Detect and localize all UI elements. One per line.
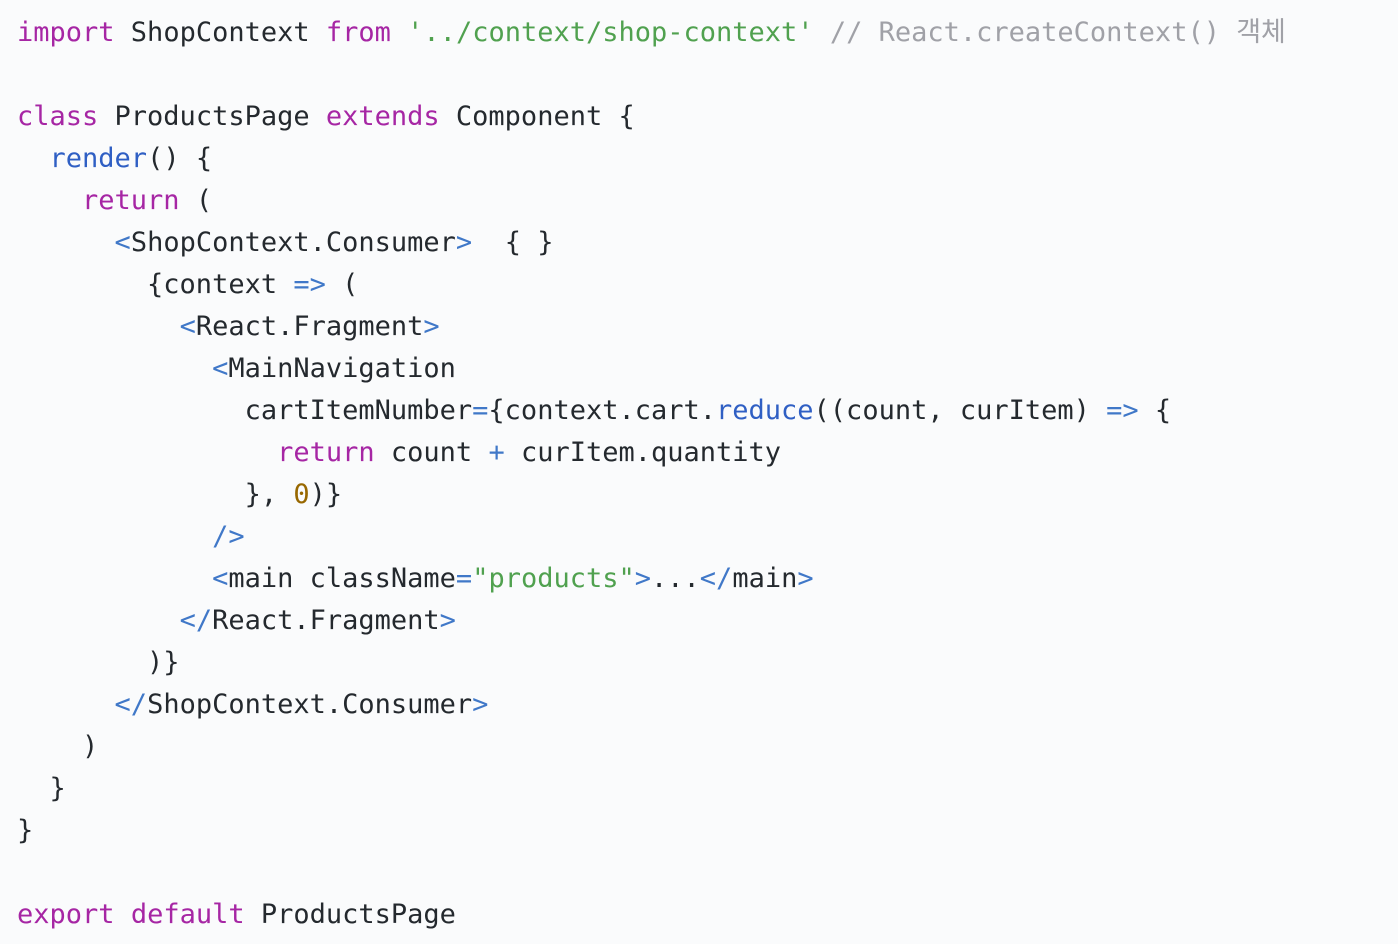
code-token-plain: } [17, 773, 66, 804]
code-line: render() { [17, 138, 1398, 180]
code-token-tag: > [423, 311, 440, 342]
code-token-com: // React.createContext() 객체 [829, 17, 1286, 48]
code-token-op: => [293, 269, 326, 300]
code-line: </ShopContext.Consumer> [17, 684, 1398, 726]
code-token-plain: {context.cart. [488, 395, 716, 426]
code-token-plain: curItem.quantity [504, 437, 782, 468]
code-token-plain: React.Fragment [212, 605, 440, 636]
code-token-op: = [455, 563, 473, 594]
code-token-plain: main [732, 563, 798, 594]
code-line: } [17, 768, 1398, 810]
code-token-str: '../context/shop-context' [407, 17, 814, 48]
code-token-tag: </ [699, 563, 733, 594]
code-line: )} [17, 642, 1398, 684]
code-token-plain: ShopContext [114, 17, 326, 48]
code-line: import ShopContext from '../context/shop… [17, 12, 1398, 54]
code-token-kw: extends [325, 101, 440, 132]
code-token-plain: }, [17, 479, 294, 510]
code-token-fn: render [49, 143, 148, 174]
code-token-kw: from [325, 17, 391, 48]
code-line: export default ProductsPage [17, 894, 1398, 936]
code-token-kw: class [17, 101, 99, 132]
code-token-tag: < [179, 311, 196, 342]
code-token-op: + [488, 437, 505, 468]
code-token-tag: </ [179, 605, 213, 636]
code-token-tag: < [114, 227, 131, 258]
code-token-kw: import [17, 17, 115, 48]
code-token-plain: { [1138, 395, 1172, 426]
code-token-plain: {context [17, 269, 294, 300]
code-token-tag: < [212, 353, 229, 384]
code-line: <main className="products">...</main> [17, 558, 1398, 600]
code-token-plain: ProductsPage [98, 101, 326, 132]
code-line: /> [17, 516, 1398, 558]
code-token-plain: } [17, 815, 34, 846]
code-line: <MainNavigation [17, 348, 1398, 390]
code-line: cartItemNumber={context.cart.reduce((cou… [17, 390, 1398, 432]
code-token-tag: /> [212, 521, 245, 552]
code-line: </React.Fragment> [17, 600, 1398, 642]
code-token-tag: > [455, 227, 473, 258]
code-token-plain: ... [651, 563, 700, 594]
code-token-tag: > [634, 563, 652, 594]
code-token-plain: React.Fragment [195, 311, 424, 342]
code-token-kw: default [130, 899, 245, 930]
code-line: ) [17, 726, 1398, 768]
code-token-plain: )} [17, 647, 180, 678]
code-token-num: 0 [293, 479, 310, 510]
code-line: } [17, 810, 1398, 852]
code-token-plain: ShopContext.Consumer [130, 227, 456, 258]
code-token-str: "products" [472, 563, 635, 594]
code-token-plain: )} [309, 479, 343, 510]
code-token-plain: ShopContext.Consumer [147, 689, 473, 720]
code-token-tag: > [472, 689, 489, 720]
code-token-tag: > [797, 563, 814, 594]
code-token-kw: return [277, 437, 375, 468]
code-token-plain: MainNavigation [228, 353, 456, 384]
code-token-plain: ProductsPage [244, 899, 456, 930]
code-line: class ProductsPage extends Component { [17, 96, 1398, 138]
code-token-plain: count [374, 437, 489, 468]
code-line: return count + curItem.quantity [17, 432, 1398, 474]
code-token-plain: ((count, curItem) [813, 395, 1107, 426]
code-token-op: = [472, 395, 489, 426]
code-token-fn: reduce [716, 395, 814, 426]
code-token-tag: < [212, 563, 229, 594]
code-token-plain: () { [147, 143, 213, 174]
code-token-plain: { } [472, 227, 554, 258]
code-token-kw: return [82, 185, 180, 216]
code-token-kw: export [17, 899, 115, 930]
code-token-plain: ( [325, 269, 359, 300]
code-line: <ShopContext.Consumer> { } [17, 222, 1398, 264]
code-token-plain: cartItemNumber [17, 395, 473, 426]
code-line: <React.Fragment> [17, 306, 1398, 348]
code-token-op: => [1106, 395, 1139, 426]
code-line: return ( [17, 180, 1398, 222]
code-line: {context => ( [17, 264, 1398, 306]
code-token-plain: ) [17, 731, 99, 762]
code-block: import ShopContext from '../context/shop… [0, 0, 1398, 944]
code-token-plain: ( [179, 185, 213, 216]
code-token-plain: main className [228, 563, 456, 594]
code-token-tag: > [439, 605, 456, 636]
code-token-tag: </ [114, 689, 148, 720]
code-line: }, 0)} [17, 474, 1398, 516]
code-token-plain: Component { [439, 101, 635, 132]
